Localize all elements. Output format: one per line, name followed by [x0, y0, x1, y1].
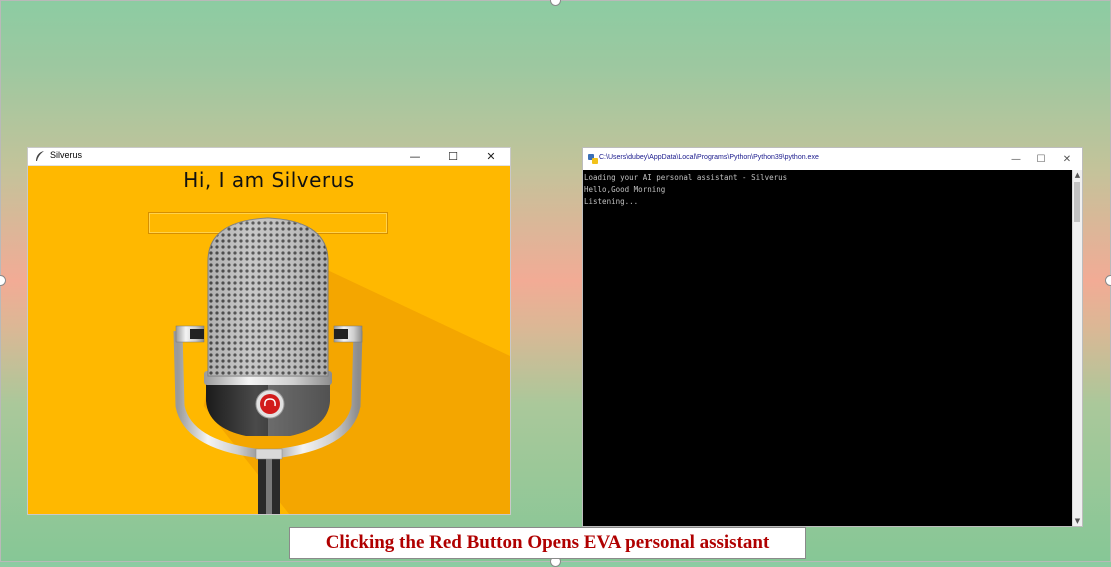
scrollbar-thumb[interactable] [1074, 182, 1080, 222]
feather-icon [36, 151, 44, 161]
caption-text: Clicking the Red Button Opens EVA person… [325, 532, 770, 553]
console-line: Hello,Good Morning [584, 185, 666, 194]
red-button[interactable] [260, 394, 280, 414]
console-scrollbar[interactable]: ▲ ▼ [1072, 170, 1082, 526]
close-button[interactable]: ✕ [474, 148, 508, 165]
maximize-button[interactable]: ☐ [436, 148, 470, 165]
console-window: C:\Users\dubey\AppData\Local\Programs\Py… [582, 147, 1083, 527]
window-title: Silverus [50, 150, 83, 160]
console-maximize-button[interactable]: ☐ [1028, 148, 1054, 170]
silverus-window: Silverus — ☐ ✕ Hi, I am Silverus [27, 147, 511, 515]
microphone-icon [173, 217, 363, 514]
minimize-button[interactable]: — [398, 148, 432, 165]
caption-box: Clicking the Red Button Opens EVA person… [289, 527, 806, 559]
resize-handle-right[interactable] [1105, 275, 1111, 286]
console-title: C:\Users\dubey\AppData\Local\Programs\Py… [599, 154, 819, 161]
silverus-titlebar[interactable]: Silverus — ☐ ✕ [28, 148, 510, 166]
silverus-app-area: Hi, I am Silverus [28, 166, 510, 514]
console-line: Loading your AI personal assistant - Sil… [584, 173, 788, 182]
console-minimize-button[interactable]: — [1003, 148, 1029, 170]
console-titlebar[interactable]: C:\Users\dubey\AppData\Local\Programs\Py… [583, 148, 1082, 170]
scroll-down-arrow-icon[interactable]: ▼ [1073, 516, 1082, 526]
console-line: Listening... [584, 197, 639, 206]
console-output[interactable]: Loading your AI personal assistant - Sil… [583, 170, 1072, 526]
scroll-up-arrow-icon[interactable]: ▲ [1073, 170, 1082, 180]
python-icon [588, 154, 598, 164]
console-close-button[interactable]: ✕ [1054, 148, 1080, 170]
